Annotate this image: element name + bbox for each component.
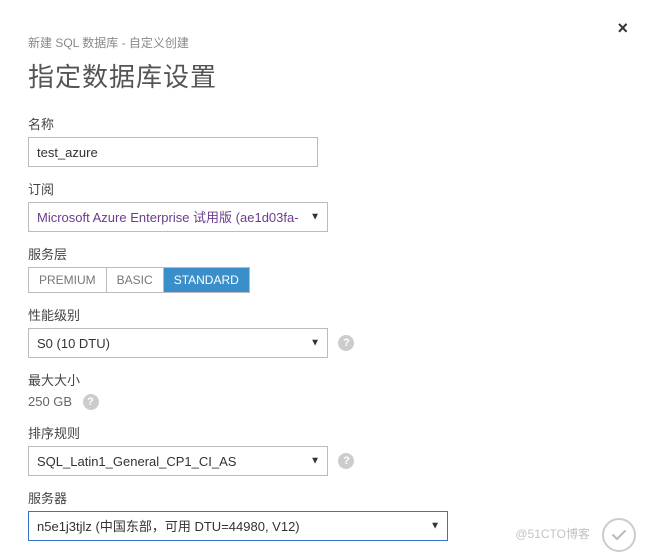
help-icon[interactable]: ? [338, 335, 354, 351]
label-tier: 服务层 [28, 244, 624, 263]
label-subscription: 订阅 [28, 179, 624, 198]
field-name: 名称 [28, 114, 624, 167]
check-icon [610, 526, 628, 544]
label-server: 服务器 [28, 488, 624, 507]
close-icon[interactable]: × [617, 18, 628, 39]
maxsize-value: 250 GB [28, 394, 72, 409]
breadcrumb: 新建 SQL 数据库 - 自定义创建 [28, 34, 624, 51]
field-subscription: 订阅 Microsoft Azure Enterprise 试用版 (ae1d0… [28, 179, 624, 232]
field-maxsize: 最大大小 250 GB ? [28, 370, 624, 411]
name-input[interactable] [28, 137, 318, 167]
field-server: 服务器 n5e1j3tjlz (中国东部，可用 DTU=44980, V12) … [28, 488, 624, 541]
tier-premium[interactable]: PREMIUM [29, 268, 107, 292]
label-maxsize: 最大大小 [28, 370, 624, 389]
field-collation: 排序规则 SQL_Latin1_General_CP1_CI_AS ▼ ? [28, 423, 624, 476]
label-performance: 性能级别 [28, 305, 624, 324]
field-tier: 服务层 PREMIUM BASIC STANDARD [28, 244, 624, 293]
subscription-select[interactable]: Microsoft Azure Enterprise 试用版 (ae1d03fa… [28, 202, 328, 232]
tier-basic[interactable]: BASIC [107, 268, 164, 292]
performance-select[interactable]: S0 (10 DTU) [28, 328, 328, 358]
confirm-button[interactable] [602, 518, 636, 552]
page-title: 指定数据库设置 [28, 57, 624, 94]
label-name: 名称 [28, 114, 624, 133]
help-icon[interactable]: ? [83, 394, 99, 410]
collation-select[interactable]: SQL_Latin1_General_CP1_CI_AS [28, 446, 328, 476]
tier-toggle: PREMIUM BASIC STANDARD [28, 267, 250, 293]
label-collation: 排序规则 [28, 423, 624, 442]
server-select[interactable]: n5e1j3tjlz (中国东部，可用 DTU=44980, V12) [28, 511, 448, 541]
help-icon[interactable]: ? [338, 453, 354, 469]
field-performance: 性能级别 S0 (10 DTU) ▼ ? [28, 305, 624, 358]
tier-standard[interactable]: STANDARD [164, 268, 249, 292]
